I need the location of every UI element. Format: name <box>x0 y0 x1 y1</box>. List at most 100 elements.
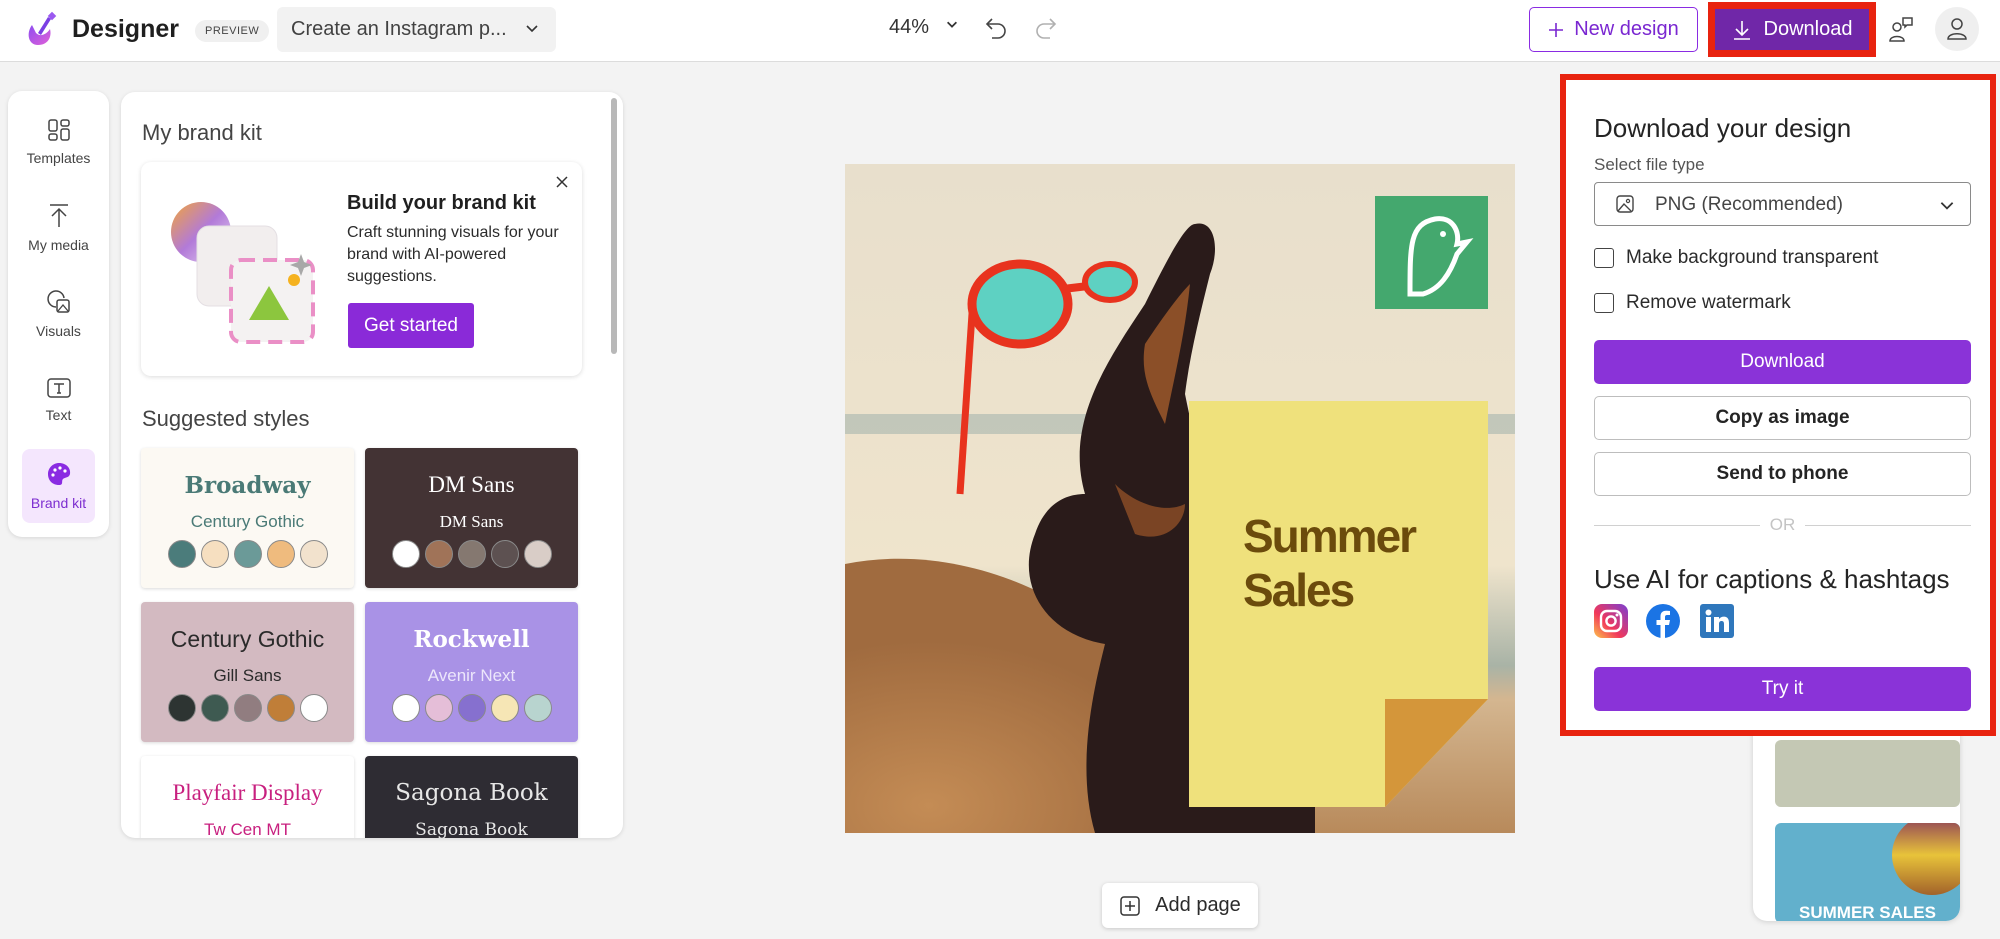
transparent-background-checkbox[interactable] <box>1594 248 1614 268</box>
style-card[interactable]: DM Sans DM Sans <box>365 448 578 588</box>
rail-item-templates[interactable]: Templates <box>22 105 95 179</box>
style-card[interactable]: Century Gothic Gill Sans <box>141 602 354 742</box>
visuals-icon <box>46 290 70 313</box>
app-title: Designer <box>72 15 179 43</box>
rail-label: Text <box>45 407 72 423</box>
rail-label: Visuals <box>36 323 81 339</box>
preview-badge: PREVIEW <box>195 20 270 42</box>
undo-icon[interactable] <box>984 16 1008 42</box>
download-popup: Download your design Select file type PN… <box>1560 74 1996 736</box>
thumbnail-text: SUMMER SALES <box>1799 903 1936 921</box>
close-icon[interactable] <box>552 172 572 192</box>
color-swatches <box>141 694 354 722</box>
rail-label: Templates <box>26 150 91 166</box>
style-body-font: Sagona Book <box>415 820 528 838</box>
file-type-label: Select file type <box>1594 155 1705 174</box>
try-it-button[interactable]: Try it <box>1594 667 1971 711</box>
brand-kit-panel: My brand kit Build your brand kit Craft … <box>121 92 623 838</box>
download-header-button[interactable]: Download <box>1715 9 1869 50</box>
remove-watermark-option[interactable]: Remove watermark <box>1594 292 1791 314</box>
feedback-icon[interactable] <box>1888 15 1914 43</box>
suggestion-thumbnail[interactable] <box>1775 740 1960 807</box>
color-swatch <box>167 694 196 722</box>
account-avatar[interactable] <box>1935 7 1979 51</box>
zoom-level: 44% <box>889 16 930 38</box>
add-page-label: Add page <box>1155 894 1241 916</box>
color-swatch <box>299 540 328 568</box>
option-label: Make background transparent <box>1626 247 1879 268</box>
promo-description: Craft stunning visuals for your brand wi… <box>347 224 559 285</box>
style-card[interactable]: Rockwell Avenir Next <box>365 602 578 742</box>
color-swatch <box>391 540 420 568</box>
new-design-label: New design <box>1574 18 1679 40</box>
brand-kit-illustration <box>171 202 315 344</box>
top-bar: Designer PREVIEW Create an Instagram p..… <box>0 0 2000 62</box>
remove-watermark-checkbox[interactable] <box>1594 293 1614 313</box>
chevron-down-icon <box>526 25 538 33</box>
facebook-icon[interactable] <box>1646 604 1680 638</box>
file-type-dropdown[interactable]: PNG (Recommended) <box>1594 182 1971 226</box>
panel-title: My brand kit <box>142 120 262 145</box>
instagram-icon[interactable] <box>1594 604 1628 638</box>
color-swatch <box>457 540 486 568</box>
rail-label: My media <box>28 237 89 253</box>
download-icon <box>1733 20 1750 40</box>
ai-captions-title: Use AI for captions & hashtags <box>1594 564 1950 594</box>
download-header-label: Download <box>1763 18 1853 40</box>
redo-icon[interactable] <box>1034 16 1058 42</box>
rail-item-my-media[interactable]: My media <box>22 191 95 265</box>
color-swatch <box>233 540 262 568</box>
brand-kit-promo-card: Build your brand kit Craft stunning visu… <box>141 162 582 376</box>
download-button[interactable]: Download <box>1594 340 1971 384</box>
style-body-font: Gill Sans <box>213 666 282 685</box>
design-title-dropdown[interactable]: Create an Instagram p... <box>277 7 556 52</box>
linkedin-icon[interactable] <box>1700 604 1734 638</box>
designer-logo-icon <box>28 11 57 45</box>
add-page-button[interactable]: Add page <box>1102 883 1258 928</box>
image-icon <box>1616 195 1634 213</box>
get-started-button[interactable]: Get started <box>348 303 474 348</box>
style-body-font: DM Sans <box>439 512 504 531</box>
suggestion-thumbnail[interactable]: SUMMER SALES <box>1775 823 1960 921</box>
color-swatches <box>365 694 578 722</box>
headline-line-1: Summer <box>1243 510 1417 562</box>
rail-item-brand-kit[interactable]: Brand kit <box>22 449 95 523</box>
new-design-button[interactable]: New design <box>1529 7 1698 52</box>
chevron-down-icon <box>1940 202 1954 210</box>
chevron-down-icon <box>946 21 957 28</box>
rail-label: Brand kit <box>30 495 87 511</box>
color-swatch <box>266 540 295 568</box>
text-icon <box>46 378 71 398</box>
color-swatch <box>233 694 262 722</box>
color-swatch <box>266 694 295 722</box>
panel-scrollbar[interactable] <box>611 98 617 354</box>
style-card[interactable]: Playfair Display Tw Cen MT <box>141 756 354 838</box>
popup-title: Download your design <box>1594 113 1852 143</box>
zoom-dropdown[interactable]: 44% <box>889 16 959 39</box>
divider-line <box>1805 525 1971 526</box>
rail-item-visuals[interactable]: Visuals <box>22 277 95 351</box>
color-swatch <box>457 694 486 722</box>
style-heading-font: Century Gothic <box>170 626 325 652</box>
transparent-background-option[interactable]: Make background transparent <box>1594 247 1878 269</box>
style-body-font: Century Gothic <box>190 512 305 531</box>
palette-icon <box>47 463 70 485</box>
style-card[interactable]: Broadway Century Gothic <box>141 448 354 588</box>
upload-icon <box>49 204 68 227</box>
copy-as-image-button[interactable]: Copy as image <box>1594 396 1971 440</box>
design-title: Create an Instagram p... <box>291 18 507 40</box>
send-to-phone-button[interactable]: Send to phone <box>1594 452 1971 496</box>
option-label: Remove watermark <box>1626 292 1791 313</box>
add-box-icon <box>1120 895 1140 916</box>
color-swatch <box>424 694 453 722</box>
left-rail: Templates My media Visuals Text Brand ki… <box>8 91 109 537</box>
style-heading-font: Playfair Display <box>172 780 323 805</box>
style-heading-font: Sagona Book <box>395 780 548 806</box>
color-swatch <box>490 540 519 568</box>
style-card[interactable]: Sagona Book Sagona Book <box>365 756 578 838</box>
headline-text[interactable]: Summer Sales <box>1243 509 1417 617</box>
design-canvas[interactable]: Summer Sales <box>845 164 1515 833</box>
color-swatch <box>523 540 552 568</box>
color-swatches <box>141 540 354 568</box>
rail-item-text[interactable]: Text <box>22 363 95 437</box>
